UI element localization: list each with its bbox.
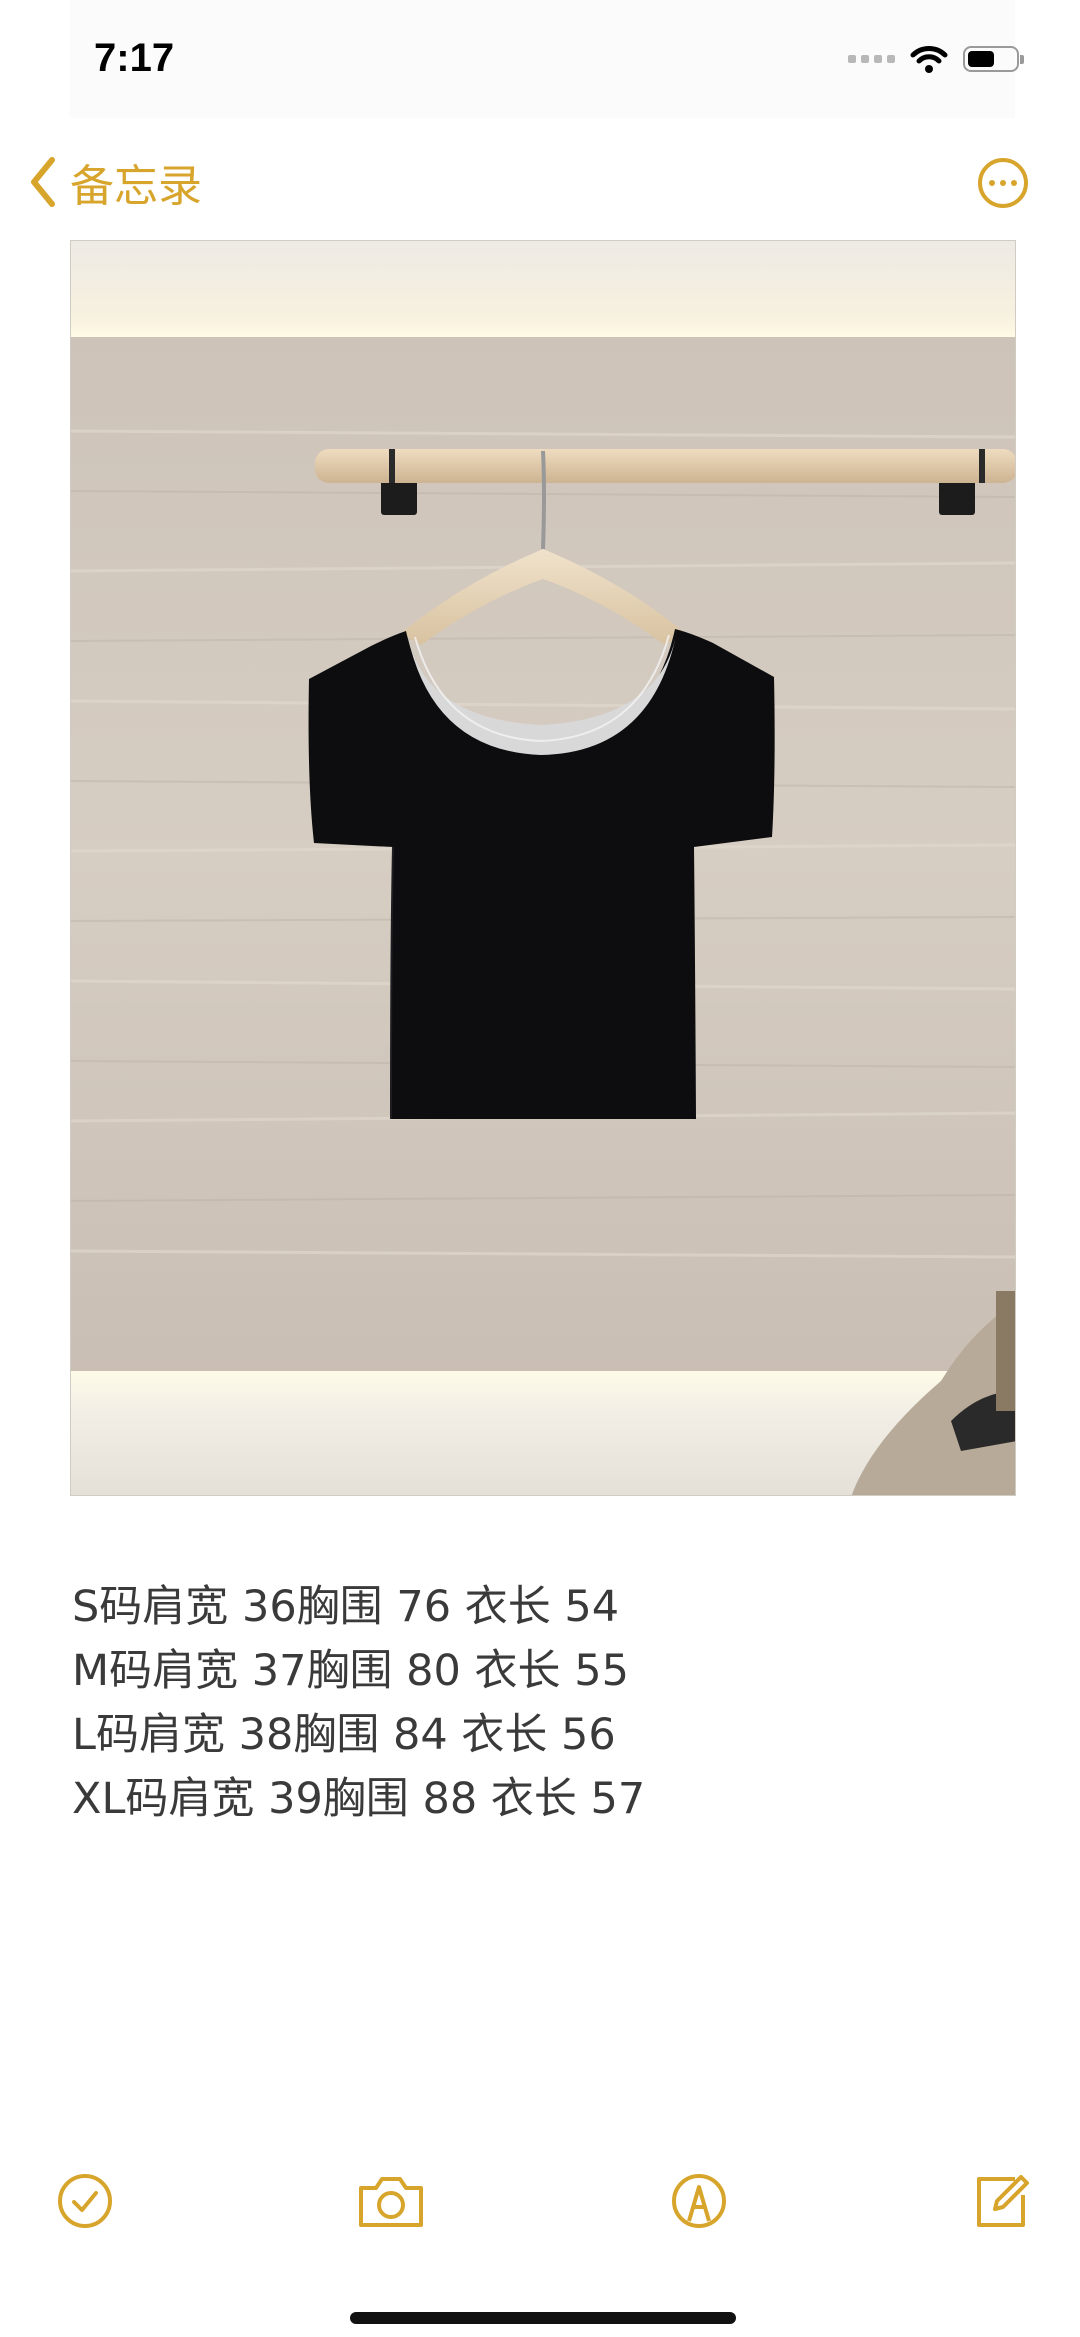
ellipsis-dot bbox=[1011, 180, 1017, 186]
nav-bar: 备忘录 bbox=[0, 130, 1080, 240]
markup-pen-icon bbox=[672, 2174, 726, 2228]
compose-icon bbox=[977, 2175, 1029, 2227]
back-label: 备忘录 bbox=[70, 161, 202, 212]
note-line: L码肩宽 38胸围 84 衣长 56 bbox=[72, 1710, 616, 1760]
photo-image bbox=[71, 241, 1015, 1495]
note-line: M码肩宽 37胸围 80 衣长 55 bbox=[72, 1646, 629, 1696]
camera-button[interactable] bbox=[356, 2166, 426, 2236]
note-body[interactable]: S码肩宽 36胸围 76 衣长 54 M码肩宽 37胸围 80 衣长 55 L码… bbox=[72, 1575, 1012, 1831]
ellipsis-dot bbox=[989, 180, 995, 186]
note-line: S码肩宽 36胸围 76 衣长 54 bbox=[72, 1582, 620, 1632]
status-bar: 7:17 bbox=[70, 0, 1024, 118]
wifi-icon bbox=[910, 46, 948, 73]
camera-icon bbox=[359, 2177, 423, 2227]
back-button[interactable]: 备忘录 bbox=[28, 150, 202, 214]
more-button[interactable] bbox=[978, 158, 1028, 208]
checklist-icon bbox=[58, 2174, 112, 2228]
compose-button[interactable] bbox=[966, 2166, 1036, 2236]
attached-photo[interactable] bbox=[70, 240, 1016, 1496]
notes-screen: 7:17 备忘录 S码肩宽 36胸围 76 衣长 54 M码肩宽 37胸围 80… bbox=[0, 0, 1080, 2337]
chevron-left-icon bbox=[31, 157, 55, 207]
home-indicator[interactable] bbox=[350, 2312, 736, 2324]
status-icons bbox=[848, 44, 1024, 74]
markup-button[interactable] bbox=[664, 2166, 734, 2236]
ellipsis-dot bbox=[1000, 180, 1006, 186]
battery-icon bbox=[963, 46, 1024, 72]
status-time: 7:17 bbox=[94, 36, 175, 80]
note-line: XL码肩宽 39胸围 88 衣长 57 bbox=[72, 1774, 646, 1824]
checklist-button[interactable] bbox=[50, 2166, 120, 2236]
bottom-toolbar bbox=[0, 2166, 1080, 2246]
cellular-signal-icon bbox=[848, 55, 895, 63]
